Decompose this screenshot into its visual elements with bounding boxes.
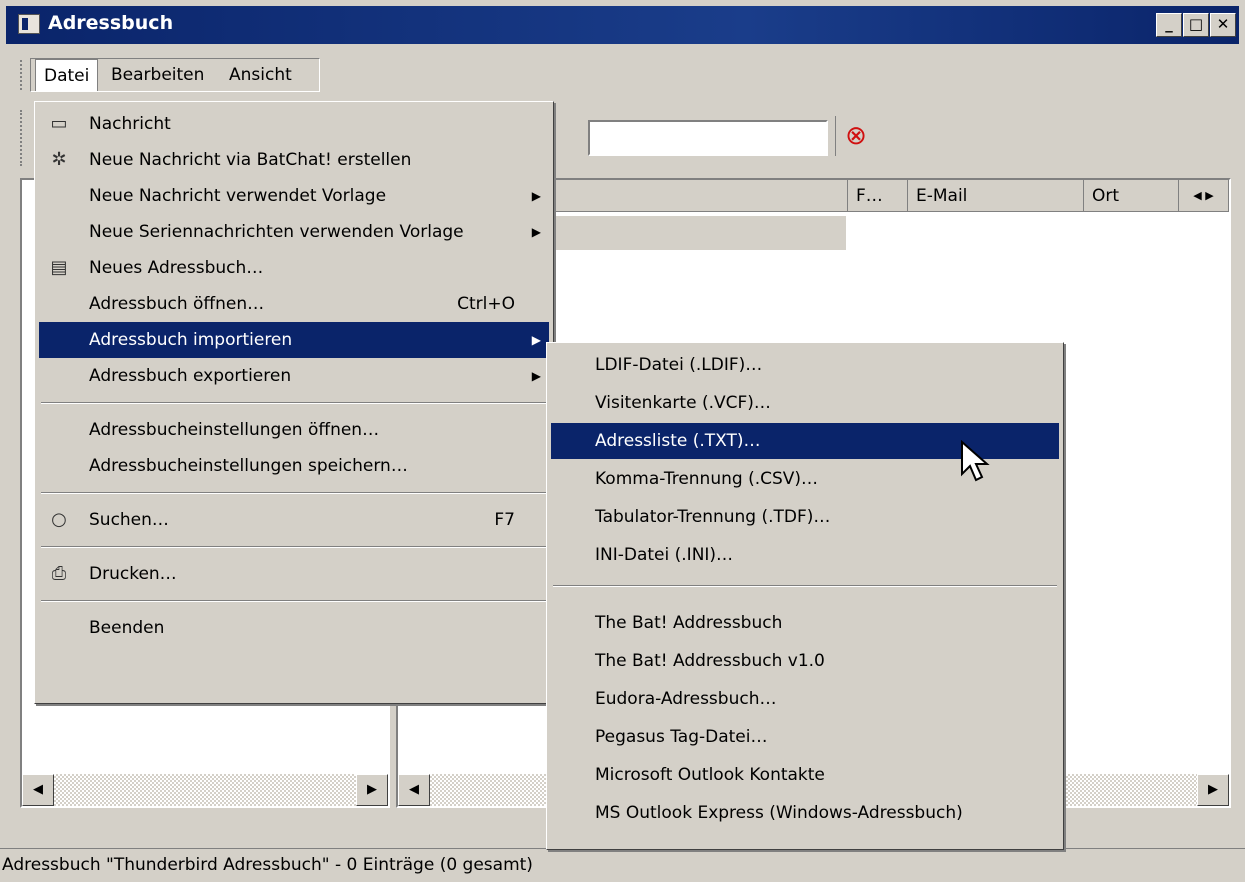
submenu-item-eudora[interactable]: Eudora-Adressbuch…	[551, 681, 1059, 717]
close-button[interactable]: ✕	[1210, 13, 1236, 37]
submenu-item-outlook[interactable]: Microsoft Outlook Kontakte	[551, 757, 1059, 793]
menu-ansicht[interactable]: Ansicht	[221, 59, 300, 91]
search-input[interactable]	[588, 120, 828, 156]
menu-item-drucken[interactable]: ⎙ Drucken…	[39, 556, 549, 592]
menu-separator	[41, 402, 547, 404]
menu-separator	[553, 585, 1057, 587]
submenu-item-pegasus[interactable]: Pegasus Tag-Datei…	[551, 719, 1059, 755]
column-scroll-arrows[interactable]: ◀ ▶	[1179, 180, 1229, 212]
minimize-button[interactable]: _	[1156, 13, 1182, 37]
submenu-item-outlook-express[interactable]: MS Outlook Express (Windows-Adressbuch)	[551, 795, 1059, 831]
mouse-cursor-icon	[961, 440, 990, 482]
menu-separator	[41, 600, 547, 602]
submenu-arrow-icon: ▶	[531, 333, 541, 347]
menu-item-adressbuch-oeffnen[interactable]: Adressbuch öffnen… Ctrl+O	[39, 286, 549, 322]
new-addressbook-icon: ▤	[50, 257, 68, 278]
menubar-grip[interactable]	[20, 60, 25, 90]
column-header-ort[interactable]: Ort	[1084, 180, 1179, 212]
search-icon: ○	[51, 509, 67, 530]
window-title: Adressbuch	[48, 12, 174, 34]
submenu-item-tdf[interactable]: Tabulator-Trennung (.TDF)…	[551, 499, 1059, 535]
status-bar: Adressbuch "Thunderbird Adressbuch" - 0 …	[0, 848, 1245, 882]
submenu-item-thebat-v1[interactable]: The Bat! Addressbuch v1.0	[551, 643, 1059, 679]
search-toolbar: e: ⊗	[540, 108, 900, 172]
menu-item-suchen[interactable]: ○ Suchen… F7	[39, 502, 549, 538]
print-icon: ⎙	[51, 563, 67, 584]
scroll-left-button[interactable]: ◀	[398, 774, 430, 806]
menu-item-beenden[interactable]: Beenden	[39, 610, 549, 646]
shortcut-f7: F7	[494, 510, 515, 530]
toolbar-grip[interactable]	[20, 110, 25, 166]
submenu-arrow-icon: ▶	[531, 189, 541, 203]
submenu-item-vcf[interactable]: Visitenkarte (.VCF)…	[551, 385, 1059, 421]
folder-hscrollbar[interactable]: ◀ ▶	[22, 774, 388, 806]
new-message-icon: ▭	[50, 113, 68, 134]
column-header-name[interactable]	[548, 180, 848, 212]
scroll-left-button[interactable]: ◀	[22, 774, 54, 806]
menu-bar: Datei Bearbeiten Ansicht	[30, 58, 320, 92]
column-header-email[interactable]: E-Mail	[908, 180, 1084, 212]
submenu-arrow-icon: ▶	[531, 369, 541, 383]
column-header-f[interactable]: F…	[848, 180, 908, 212]
menu-item-nachricht[interactable]: ▭ Nachricht	[39, 106, 549, 142]
menu-item-serien-vorlage[interactable]: Neue Seriennachrichten verwenden Vorlage…	[39, 214, 549, 250]
menu-datei[interactable]: Datei	[35, 59, 99, 91]
menu-item-neues-adressbuch[interactable]: ▤ Neues Adressbuch…	[39, 250, 549, 286]
menu-item-batchat[interactable]: ✲ Neue Nachricht via BatChat! erstellen	[39, 142, 549, 178]
shortcut-ctrl-o: Ctrl+O	[457, 294, 515, 314]
submenu-item-ini[interactable]: INI-Datei (.INI)…	[551, 537, 1059, 573]
title-bar[interactable]: Adressbuch _ □ ✕	[6, 6, 1239, 44]
clear-search-icon[interactable]: ⊗	[835, 116, 876, 156]
menu-bearbeiten[interactable]: Bearbeiten	[103, 59, 212, 91]
batchat-icon: ✲	[51, 149, 67, 170]
submenu-item-ldif[interactable]: LDIF-Datei (.LDIF)…	[551, 347, 1059, 383]
addressbook-app-icon	[18, 14, 40, 34]
menu-item-adressbuch-importieren[interactable]: Adressbuch importieren ▶	[39, 322, 549, 358]
scroll-right-button[interactable]: ▶	[1197, 774, 1229, 806]
submenu-arrow-icon: ▶	[531, 225, 541, 239]
menu-item-einstellungen-oeffnen[interactable]: Adressbucheinstellungen öffnen…	[39, 412, 549, 448]
submenu-item-thebat[interactable]: The Bat! Addressbuch	[551, 605, 1059, 641]
addressbook-window: Adressbuch _ □ ✕ Datei Bearbeiten Ansich…	[0, 0, 1245, 881]
menu-item-einstellungen-speichern[interactable]: Adressbucheinstellungen speichern…	[39, 448, 549, 484]
datei-menu: ▭ Nachricht ✲ Neue Nachricht via BatChat! …	[34, 101, 554, 704]
import-submenu: LDIF-Datei (.LDIF)… Visitenkarte (.VCF)……	[546, 342, 1064, 850]
menu-item-vorlage[interactable]: Neue Nachricht verwendet Vorlage ▶	[39, 178, 549, 214]
menu-item-adressbuch-exportieren[interactable]: Adressbuch exportieren ▶	[39, 358, 549, 394]
menu-separator	[41, 546, 547, 548]
maximize-button[interactable]: □	[1183, 13, 1209, 37]
menu-separator	[41, 492, 547, 494]
scroll-right-button[interactable]: ▶	[356, 774, 388, 806]
